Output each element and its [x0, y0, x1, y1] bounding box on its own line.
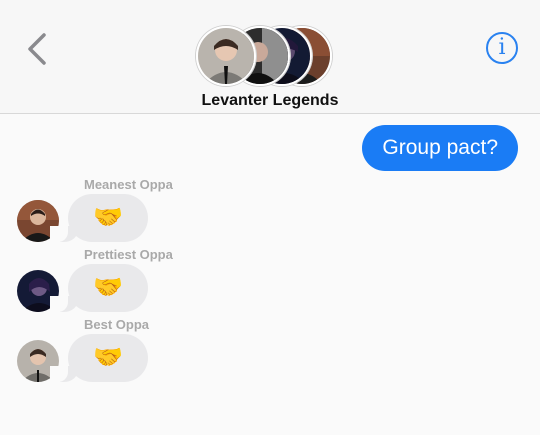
- info-button[interactable]: i: [486, 32, 518, 64]
- incoming-message-bubble[interactable]: 🤝: [50, 194, 148, 242]
- handshake-emoji: 🤝: [93, 204, 123, 231]
- info-icon: i: [498, 35, 506, 60]
- incoming-message-bubble[interactable]: 🤝: [50, 334, 148, 382]
- sender-name: Prettiest Oppa: [84, 247, 173, 262]
- outgoing-message-bubble[interactable]: Group pact?: [362, 125, 518, 171]
- back-button[interactable]: [22, 30, 52, 70]
- handshake-emoji: 🤝: [93, 344, 123, 371]
- group-avatar-stack[interactable]: [196, 26, 332, 86]
- incoming-message-bubble[interactable]: 🤝: [50, 264, 148, 312]
- chat-header: i Levanter Legends: [0, 0, 540, 114]
- chevron-left-icon: [28, 33, 46, 65]
- sender-name: Meanest Oppa: [84, 177, 173, 192]
- handshake-emoji: 🤝: [93, 274, 123, 301]
- group-name: Levanter Legends: [201, 92, 339, 109]
- sender-name: Best Oppa: [84, 317, 150, 332]
- group-member-avatar: [196, 26, 256, 86]
